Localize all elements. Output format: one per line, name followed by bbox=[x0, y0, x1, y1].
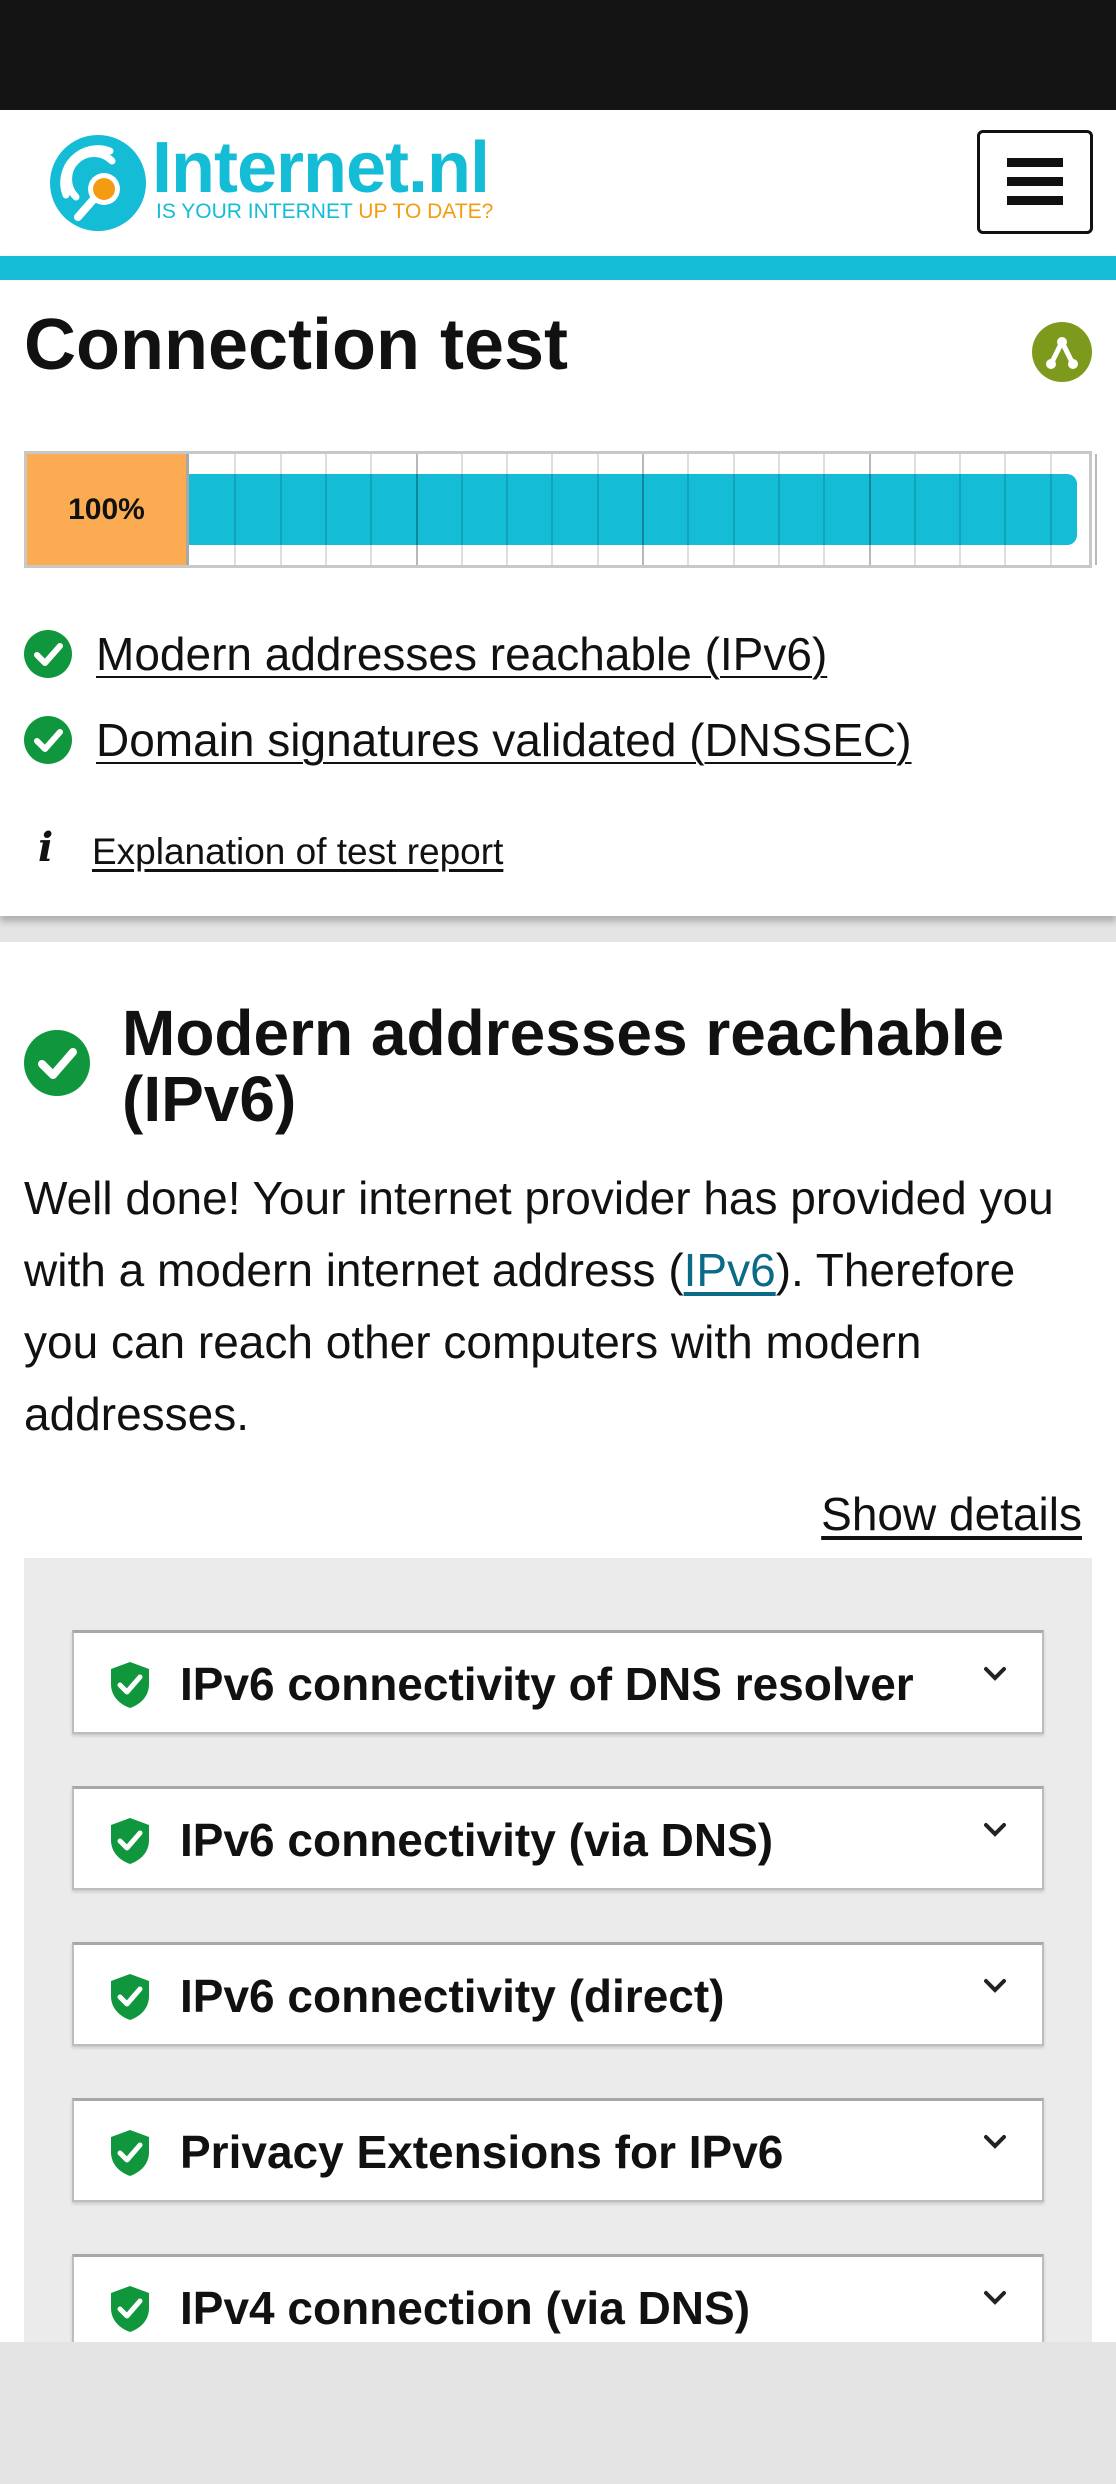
progress-tick bbox=[1095, 454, 1097, 565]
logo-tagline: IS YOUR INTERNET UP TO DATE? bbox=[156, 201, 493, 223]
ipv6-link[interactable]: IPv6 bbox=[684, 1244, 776, 1296]
tagline-part1: IS YOUR INTERNET bbox=[156, 200, 353, 223]
progress-tick bbox=[461, 454, 463, 565]
chevron-down-icon bbox=[984, 1823, 1006, 1837]
shield-check-icon bbox=[111, 2130, 149, 2176]
progress-tick bbox=[597, 454, 599, 565]
test-item-label: IPv4 connection (via DNS) bbox=[180, 2282, 751, 2334]
page-title: Connection test bbox=[24, 305, 569, 385]
info-icon: i bbox=[38, 824, 54, 871]
test-item-label: IPv6 connectivity of DNS resolver bbox=[180, 1658, 914, 1710]
status-bar bbox=[0, 0, 1116, 110]
progress-tick bbox=[551, 454, 553, 565]
progress-tick bbox=[687, 454, 689, 565]
test-item-ipv6-via-dns[interactable]: IPv6 connectivity (via DNS) bbox=[72, 1786, 1044, 1890]
progress-tick bbox=[1004, 454, 1006, 565]
section-check-icon bbox=[24, 1030, 90, 1096]
progress-tick bbox=[280, 454, 282, 565]
summary-link-ipv6[interactable]: Modern addresses reachable (IPv6) bbox=[96, 626, 827, 682]
shield-check-icon bbox=[111, 1818, 149, 1864]
progress-tick bbox=[234, 454, 236, 565]
bottom-area bbox=[0, 2342, 1116, 2484]
chevron-down-icon bbox=[984, 1979, 1006, 1993]
check-circle-icon bbox=[24, 630, 72, 678]
menu-icon-bar bbox=[1007, 158, 1063, 167]
check-circle-icon bbox=[24, 716, 72, 764]
progress-tick bbox=[642, 454, 644, 565]
shield-check-icon bbox=[111, 1662, 149, 1708]
chevron-down-icon bbox=[984, 2135, 1006, 2149]
chevron-down-icon bbox=[984, 2291, 1006, 2305]
test-item-label: Privacy Extensions for IPv6 bbox=[180, 2126, 784, 2178]
progress-tick bbox=[325, 454, 327, 565]
logo-wordmark[interactable]: Internet.nl bbox=[152, 132, 490, 204]
progress-tick bbox=[1050, 454, 1052, 565]
chevron-down-icon bbox=[984, 1667, 1006, 1681]
progress-tick bbox=[416, 454, 418, 565]
test-item-ipv6-direct[interactable]: IPv6 connectivity (direct) bbox=[72, 1942, 1044, 2046]
section-description: Well done! Your internet provider has pr… bbox=[24, 1162, 1084, 1450]
section-title: Modern addresses reachable (IPv6) bbox=[122, 997, 1005, 1135]
shield-check-icon bbox=[111, 2286, 149, 2332]
show-details-link[interactable]: Show details bbox=[821, 1486, 1082, 1542]
progress-tick bbox=[370, 454, 372, 565]
progress-tick bbox=[823, 454, 825, 565]
menu-icon-bar bbox=[1007, 196, 1063, 205]
score-progress-bar: 100% bbox=[24, 451, 1097, 568]
progress-tick bbox=[869, 454, 871, 565]
test-item-label: IPv6 connectivity (direct) bbox=[180, 1970, 725, 2022]
score-progress-fill bbox=[189, 474, 1077, 545]
share-icon[interactable] bbox=[1032, 322, 1092, 382]
progress-tick bbox=[778, 454, 780, 565]
explanation-link[interactable]: Explanation of test report bbox=[92, 830, 503, 874]
menu-icon-bar bbox=[1007, 177, 1063, 186]
test-item-label: IPv6 connectivity (via DNS) bbox=[180, 1814, 774, 1866]
summary-link-dnssec[interactable]: Domain signatures validated (DNSSEC) bbox=[96, 712, 912, 768]
logo-magnifier-icon[interactable] bbox=[48, 133, 148, 233]
progress-tick bbox=[959, 454, 961, 565]
progress-tick bbox=[733, 454, 735, 565]
shield-check-icon bbox=[111, 1974, 149, 2020]
test-item-ipv6-dns-resolver[interactable]: IPv6 connectivity of DNS resolver bbox=[72, 1630, 1044, 1734]
test-item-privacy-extensions[interactable]: Privacy Extensions for IPv6 bbox=[72, 2098, 1044, 2202]
header-stripe bbox=[0, 256, 1116, 280]
progress-tick bbox=[914, 454, 916, 565]
progress-tick bbox=[506, 454, 508, 565]
tagline-part2: UP TO DATE? bbox=[358, 200, 494, 223]
score-label: 100% bbox=[27, 454, 189, 565]
hamburger-menu-button[interactable] bbox=[977, 130, 1093, 234]
